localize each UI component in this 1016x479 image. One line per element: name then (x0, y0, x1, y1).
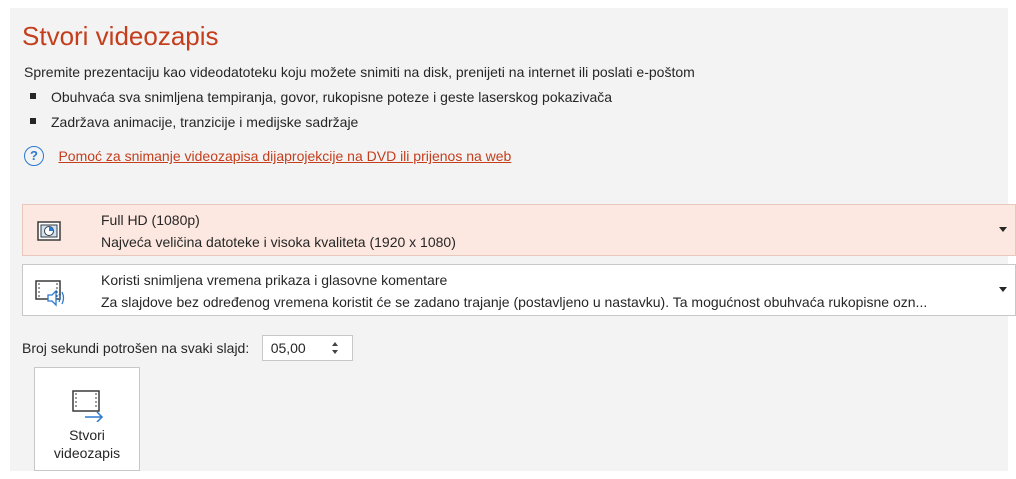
quality-dropdown[interactable]: Full HD (1080p) Najveća veličina datotek… (22, 204, 1016, 256)
chevron-down-icon (999, 227, 1007, 232)
bullet-icon (30, 93, 36, 99)
monitor-icon (33, 215, 65, 247)
bullet-text: Zadržava animacije, tranzicije i medijsk… (51, 114, 359, 130)
quality-description: Najveća veličina datoteke i visoka kvali… (101, 234, 456, 250)
timing-description: Za slajdove bez određenog vremena korist… (101, 294, 928, 310)
bullet-text: Obuhvaća sva snimljena tempiranja, govor… (51, 89, 613, 105)
timing-dropdown[interactable]: Koristi snimljena vremena prikaza i glas… (22, 264, 1016, 316)
spin-down-icon[interactable] (331, 350, 338, 354)
page-description: Spremite prezentaciju kao videodatoteku … (24, 64, 695, 80)
video-narration-icon (33, 275, 65, 307)
help-row: ? Pomoć za snimanje videozapisa dijaproj… (24, 146, 511, 168)
help-circle-icon: ? (24, 146, 44, 166)
spin-up-icon[interactable] (331, 342, 338, 346)
create-video-label: Stvori videozapis (35, 426, 139, 462)
feature-bullet: Zadržava animacije, tranzicije i medijsk… (30, 113, 358, 131)
export-video-panel: Stvori videozapis Spremite prezentaciju … (10, 8, 1016, 471)
bullet-icon (30, 118, 36, 124)
quality-label: Full HD (1080p) (101, 212, 200, 228)
chevron-down-icon (999, 287, 1007, 292)
seconds-row: Broj sekundi potrošen na svaki slajd: 05… (22, 335, 353, 361)
create-video-label-line2: videozapis (53, 445, 121, 461)
timing-label: Koristi snimljena vremena prikaza i glas… (101, 272, 448, 288)
create-video-label-line1: Stvori (69, 427, 105, 443)
help-link[interactable]: Pomoć za snimanje videozapisa dijaprojek… (58, 146, 511, 166)
page-title: Stvori videozapis (22, 21, 219, 51)
seconds-stepper[interactable]: 05,00 (261, 335, 353, 361)
seconds-value[interactable]: 05,00 (271, 336, 306, 360)
seconds-label: Broj sekundi potrošen na svaki slajd: (22, 340, 250, 356)
create-video-icon (72, 390, 104, 422)
feature-bullet: Obuhvaća sva snimljena tempiranja, govor… (30, 88, 612, 106)
create-video-button[interactable]: Stvori videozapis (34, 367, 140, 471)
